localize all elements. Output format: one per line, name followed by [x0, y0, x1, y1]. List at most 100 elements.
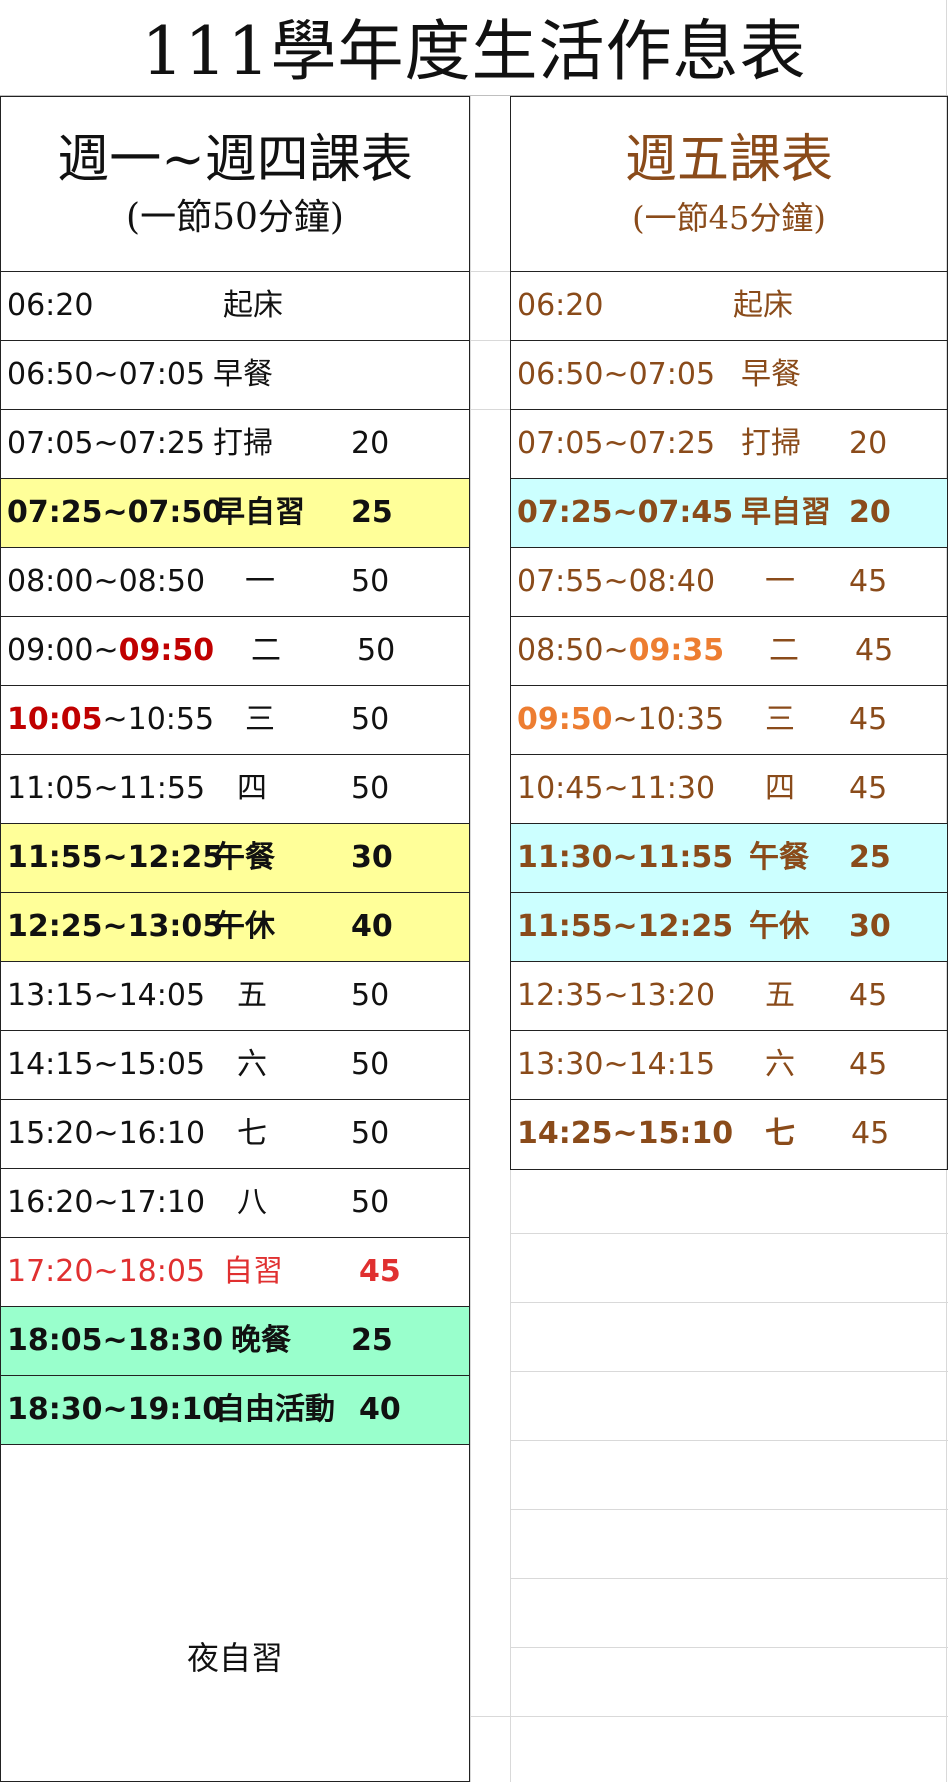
row-time: 11:30~11:55: [517, 840, 734, 875]
row-minutes: 20: [849, 495, 891, 530]
row-time-start: 09:00~: [7, 633, 119, 668]
table-row: 11:55~12:25 午餐 30: [1, 824, 469, 893]
row-activity: 打掃: [213, 426, 273, 461]
grid-line: [510, 1509, 948, 1510]
row-time: 06:20: [7, 288, 94, 323]
grid-line: [510, 1647, 948, 1648]
row-minutes: 25: [351, 1323, 393, 1358]
row-time: 11:55~12:25: [7, 840, 224, 875]
row-activity: 五: [237, 978, 267, 1013]
row-minutes: 30: [351, 840, 393, 875]
row-time-start: 08:50~: [517, 633, 629, 668]
row-minutes: 40: [351, 909, 393, 944]
row-time: 11:05~11:55: [7, 771, 206, 806]
row-activity: 七: [237, 1116, 267, 1151]
table-row: 06:20 起床: [1, 272, 469, 341]
table-row: 15:20~16:10 七 50: [1, 1100, 469, 1169]
table-row: 07:05~07:25 打掃 20: [1, 410, 469, 479]
row-activity: 午休: [749, 909, 809, 944]
friday-period-length: (一節45分鐘): [632, 199, 826, 237]
row-minutes: 45: [849, 771, 888, 806]
row-activity: 六: [765, 1047, 795, 1082]
row-time: 14:15~15:05: [7, 1047, 206, 1082]
row-time: 09:50~10:35: [517, 686, 724, 754]
row-time: 17:20~18:05: [7, 1254, 206, 1289]
table-row: 08:50~09:35 二 45: [511, 617, 947, 686]
grid-line: [470, 1716, 948, 1717]
grid-line: [510, 1371, 948, 1372]
row-activity: 四: [237, 771, 267, 806]
grid-line: [510, 1440, 948, 1441]
row-time-end: ~10:35: [612, 702, 725, 737]
row-minutes: 20: [849, 426, 888, 461]
row-time-end-highlight: 09:50: [118, 633, 215, 668]
grid-line: [470, 96, 471, 1782]
row-activity: 一: [765, 564, 795, 599]
mon-thu-period-length: (一節50分鐘): [126, 197, 344, 238]
table-row: 07:25~07:45 早自習 20: [511, 479, 947, 548]
friday-schedule-table: 週五課表 (一節45分鐘) 06:20 起床 06:50~07:05 早餐 07…: [510, 96, 948, 1170]
table-row: 14:25~15:10 七 45: [511, 1100, 947, 1169]
table-row: 12:25~13:05 午休 40: [1, 893, 469, 962]
row-time: 14:25~15:10: [517, 1116, 734, 1151]
friday-title: 週五課表: [624, 130, 833, 190]
row-minutes: 45: [849, 702, 888, 737]
row-activity: 八: [237, 1185, 267, 1220]
row-time: 13:30~14:15: [517, 1047, 716, 1082]
row-time: 10:05~10:55: [7, 686, 214, 754]
row-activity: 三: [245, 702, 275, 737]
table-row: 11:05~11:55 四 50: [1, 755, 469, 824]
row-minutes: 50: [351, 702, 390, 737]
row-time: 12:25~13:05: [7, 909, 224, 944]
evening-self-study-label: 夜自習: [186, 1639, 283, 1677]
row-minutes: 25: [849, 840, 891, 875]
row-activity: 三: [765, 702, 795, 737]
table-row: 17:20~18:05 自習 45: [1, 1238, 469, 1307]
row-activity: 起床: [733, 288, 793, 323]
row-time: 13:15~14:05: [7, 978, 206, 1013]
row-time: 08:00~08:50: [7, 564, 206, 599]
mon-thu-header: 週一~週四課表 (一節50分鐘): [1, 97, 469, 272]
table-row: 07:05~07:25 打掃 20: [511, 410, 947, 479]
row-activity: 五: [765, 978, 795, 1013]
page-title: 111學年度生活作息表: [141, 13, 807, 90]
row-time: 08:50~09:35: [517, 617, 724, 685]
row-time-end: ~10:55: [102, 702, 215, 737]
row-activity: 起床: [223, 288, 283, 323]
row-activity: 自由活動: [215, 1392, 335, 1427]
row-time: 16:20~17:10: [7, 1185, 206, 1220]
row-activity: 二: [769, 633, 799, 668]
row-activity: 七: [765, 1116, 795, 1151]
table-row: 06:50~07:05 早餐: [511, 341, 947, 410]
table-row: 08:00~08:50 一 50: [1, 548, 469, 617]
table-row: 07:25~07:50 早自習 25: [1, 479, 469, 548]
table-row: 11:55~12:25 午休 30: [511, 893, 947, 962]
table-row: 11:30~11:55 午餐 25: [511, 824, 947, 893]
row-time: 12:35~13:20: [517, 978, 716, 1013]
row-activity: 自習: [223, 1254, 283, 1289]
row-activity: 早自習: [741, 495, 831, 530]
table-row: 09:50~10:35 三 45: [511, 686, 947, 755]
row-minutes: 45: [849, 1047, 888, 1082]
row-time: 06:50~07:05: [7, 357, 206, 392]
row-time: 18:30~19:10: [7, 1392, 224, 1427]
row-time: 06:50~07:05: [517, 357, 716, 392]
table-row: 06:50~07:05 早餐: [1, 341, 469, 410]
row-time: 07:05~07:25: [7, 426, 206, 461]
table-row: 16:20~17:10 八 50: [1, 1169, 469, 1238]
row-minutes: 50: [357, 633, 396, 668]
table-row: 09:00~09:50 二 50: [1, 617, 469, 686]
row-time: 18:05~18:30: [7, 1323, 224, 1358]
row-time: 09:00~09:50: [7, 617, 214, 685]
row-activity: 二: [251, 633, 281, 668]
row-minutes: 45: [849, 564, 888, 599]
row-activity: 四: [765, 771, 795, 806]
mon-thu-schedule-table: 週一~週四課表 (一節50分鐘) 06:20 起床 06:50~07:05 早餐…: [0, 96, 470, 1782]
row-activity: 晚餐: [231, 1323, 291, 1358]
row-time: 11:55~12:25: [517, 909, 734, 944]
row-minutes: 40: [359, 1392, 401, 1427]
row-minutes: 50: [351, 564, 390, 599]
table-row: 18:05~18:30 晚餐 25: [1, 1307, 469, 1376]
row-activity: 早自習: [215, 495, 305, 530]
table-row: 10:45~11:30 四 45: [511, 755, 947, 824]
